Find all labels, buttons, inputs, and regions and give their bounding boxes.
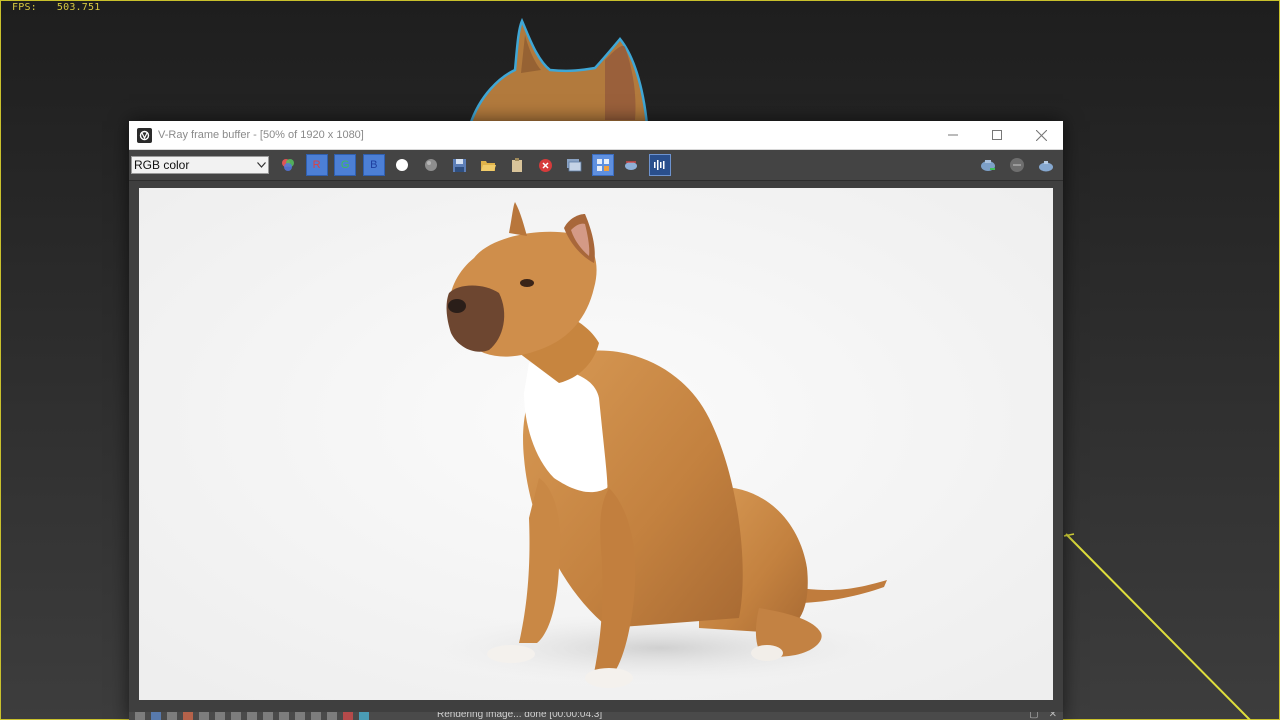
render-last-icon[interactable] [977, 154, 999, 176]
status-icon[interactable] [151, 712, 161, 720]
status-icon[interactable] [247, 712, 257, 720]
close-panel-icon[interactable]: ✕ [1049, 712, 1057, 720]
status-icons [135, 712, 369, 720]
fps-value: 503.751 [56, 2, 101, 13]
chevron-down-icon [254, 162, 268, 168]
red-channel-button[interactable]: R [305, 154, 328, 176]
blue-channel-button[interactable]: B [362, 154, 385, 176]
blue-channel-label: B [370, 159, 378, 171]
rendered-image[interactable] [139, 188, 1053, 700]
title-bar[interactable]: V-Ray frame buffer - [50% of 1920 x 1080… [129, 121, 1063, 150]
green-channel-button[interactable]: G [334, 154, 357, 176]
status-icon[interactable] [183, 712, 193, 720]
status-icon[interactable] [167, 712, 177, 720]
status-icon[interactable] [343, 712, 353, 720]
vray-logo-icon [137, 127, 152, 143]
clear-icon[interactable] [506, 154, 528, 176]
status-icon[interactable] [231, 712, 241, 720]
status-icon[interactable] [279, 712, 289, 720]
vfb-toolbar: RGB color R G B [129, 150, 1063, 181]
restore-icon[interactable]: ▢ [1029, 712, 1038, 720]
lens-effects-icon[interactable] [648, 154, 671, 176]
minimize-icon[interactable] [931, 121, 975, 149]
open-icon[interactable] [477, 154, 499, 176]
status-icon[interactable] [327, 712, 337, 720]
fps-label: FPS: [12, 2, 37, 13]
status-icon[interactable] [199, 712, 209, 720]
track-mouse-icon[interactable] [591, 154, 614, 176]
channel-select[interactable]: RGB color [131, 156, 269, 174]
status-right-controls: ▢ ✕ [1029, 712, 1057, 720]
status-icon[interactable] [263, 712, 273, 720]
close-icon[interactable] [1019, 121, 1063, 149]
green-channel-label: G [340, 159, 350, 171]
status-text: Rendering image... done [00:00:04.3] [437, 712, 603, 720]
stop-icon[interactable] [534, 154, 556, 176]
status-icon[interactable] [359, 712, 369, 720]
vray-frame-buffer-window[interactable]: V-Ray frame buffer - [50% of 1920 x 1080… [129, 121, 1063, 720]
region-icon[interactable] [620, 154, 642, 176]
status-icon[interactable] [215, 712, 225, 720]
status-icon[interactable] [311, 712, 321, 720]
rendered-dog-image [139, 188, 1053, 700]
status-icon[interactable] [135, 712, 145, 720]
render-icon[interactable] [1035, 154, 1057, 176]
color-channels-icon[interactable] [277, 154, 299, 176]
channel-select-value: RGB color [134, 158, 190, 172]
view-white-icon[interactable] [391, 154, 413, 176]
status-icon[interactable] [295, 712, 305, 720]
viewport-grid-line [1063, 533, 1251, 720]
abort-icon[interactable] [1006, 154, 1028, 176]
red-channel-label: R [312, 159, 321, 171]
history-icon[interactable] [563, 154, 585, 176]
fps-readout: FPS: 503.751 [12, 2, 100, 13]
window-title: V-Ray frame buffer - [50% of 1920 x 1080… [158, 129, 364, 141]
maximize-icon[interactable] [975, 121, 1019, 149]
view-mono-icon[interactable] [420, 154, 442, 176]
save-icon[interactable] [449, 154, 471, 176]
status-bar: Rendering image... done [00:00:04.3] ▢ ✕ [129, 712, 1063, 720]
viewport-dog-model[interactable] [455, 15, 665, 125]
